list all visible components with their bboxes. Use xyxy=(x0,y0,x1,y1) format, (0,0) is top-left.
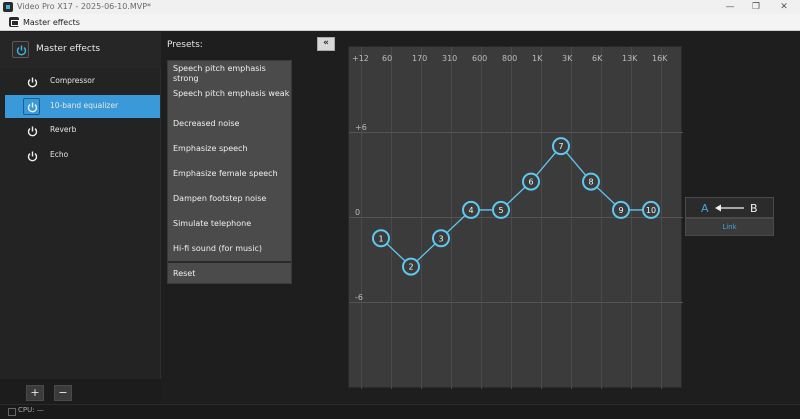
eq-node-label: 3 xyxy=(438,234,443,243)
eq-node-label: 10 xyxy=(646,206,656,215)
cpu-icon xyxy=(8,408,16,416)
preset-list: Speech pitch emphasis strong Speech pitc… xyxy=(167,60,292,284)
power-icon[interactable] xyxy=(23,122,40,139)
preset-item[interactable]: Dampen footstep noise xyxy=(168,194,291,204)
dialog-title: Master effects xyxy=(23,18,80,27)
band-label: 13K xyxy=(622,54,638,63)
maximize-button[interactable]: ❐ xyxy=(742,0,770,14)
equalizer-graph[interactable]: +12 60 170 310 600 800 1K 3K 6K 13K 16K +6 0 -6 1 2 3 4 5 6… xyxy=(348,46,683,389)
effect-label: Echo xyxy=(50,150,69,159)
window-title: Video Pro X17 - 2025-06-10.MVP* xyxy=(17,2,152,11)
ab-b-label[interactable]: B xyxy=(750,202,758,215)
band-label: 3K xyxy=(562,54,573,63)
band-label: 310 xyxy=(442,54,457,63)
effect-label: 10-band equalizer xyxy=(50,101,119,110)
window-titlebar: Video Pro X17 - 2025-06-10.MVP* — ❐ ✕ xyxy=(0,0,800,14)
reset-button[interactable]: Reset xyxy=(168,269,291,279)
preset-item[interactable]: Decreased noise xyxy=(168,119,291,129)
band-label: 60 xyxy=(382,54,392,63)
remove-effect-button[interactable]: − xyxy=(54,385,72,401)
band-label: +12 xyxy=(352,54,369,63)
effect-label: Reverb xyxy=(50,125,77,134)
dialog-icon xyxy=(9,17,19,27)
band-label: 170 xyxy=(412,54,427,63)
eq-node-label: 9 xyxy=(618,206,623,215)
app-icon xyxy=(3,2,13,12)
preset-item[interactable]: Speech pitch emphasis strong xyxy=(168,64,291,84)
eq-node-label: 2 xyxy=(408,263,413,272)
presets-title: Presets: xyxy=(167,40,203,50)
eq-node-label: 5 xyxy=(498,206,503,215)
status-bar: CPU: — xyxy=(0,404,800,419)
close-button[interactable]: ✕ xyxy=(770,0,798,14)
preset-item[interactable]: Simulate telephone xyxy=(168,219,291,229)
gain-label: -6 xyxy=(355,293,363,302)
master-effects-label: Master effects xyxy=(36,44,101,54)
master-effects-row[interactable]: Master effects xyxy=(0,32,161,68)
eq-node-label: 4 xyxy=(468,206,473,215)
band-label: 600 xyxy=(472,54,487,63)
gain-label: 0 xyxy=(355,208,360,217)
power-icon[interactable] xyxy=(23,98,40,115)
preset-item[interactable]: Speech pitch emphasis weak xyxy=(168,89,291,99)
add-effect-button[interactable]: + xyxy=(26,385,44,401)
band-label: 1K xyxy=(532,54,543,63)
power-icon[interactable] xyxy=(23,147,40,164)
preset-item[interactable]: Emphasize speech xyxy=(168,144,291,154)
ab-a-label[interactable]: A xyxy=(701,202,709,215)
effect-item-10-band-equalizer[interactable]: 10-band equalizer xyxy=(5,95,160,118)
effect-label: Compressor xyxy=(50,76,95,85)
preset-item[interactable]: Emphasize female speech xyxy=(168,169,291,179)
effect-item-compressor[interactable]: Compressor xyxy=(5,70,160,93)
equalizer-svg: +12 60 170 310 600 800 1K 3K 6K 13K 16K +6 0 -6 1 2 3 4 5 6… xyxy=(349,47,683,389)
band-label: 16K xyxy=(652,54,668,63)
dialog-header: Master effects xyxy=(0,14,800,31)
eq-node-label: 8 xyxy=(588,178,593,187)
band-label: 6K xyxy=(592,54,603,63)
eq-node-label: 1 xyxy=(378,234,383,243)
band-label: 800 xyxy=(502,54,517,63)
ab-arrow-icon xyxy=(715,204,744,212)
collapse-presets-button[interactable]: « xyxy=(317,37,335,51)
eq-node-label: 7 xyxy=(558,142,563,151)
preset-divider xyxy=(168,261,291,263)
eq-node-label: 6 xyxy=(528,178,533,187)
master-power-icon[interactable] xyxy=(12,41,29,58)
effect-item-reverb[interactable]: Reverb xyxy=(5,119,160,142)
preset-item[interactable]: Hi-fi sound (for music) xyxy=(168,244,291,254)
cpu-status: CPU: — xyxy=(18,406,44,414)
ab-compare[interactable]: A B xyxy=(685,197,774,218)
power-icon[interactable] xyxy=(23,73,40,90)
link-button[interactable]: Link xyxy=(685,218,774,236)
minimize-button[interactable]: — xyxy=(716,0,744,14)
effect-item-echo[interactable]: Echo xyxy=(5,144,160,167)
gain-label: +6 xyxy=(355,123,367,132)
effects-sidebar: Master effects Compressor 10-band equali… xyxy=(0,32,161,409)
